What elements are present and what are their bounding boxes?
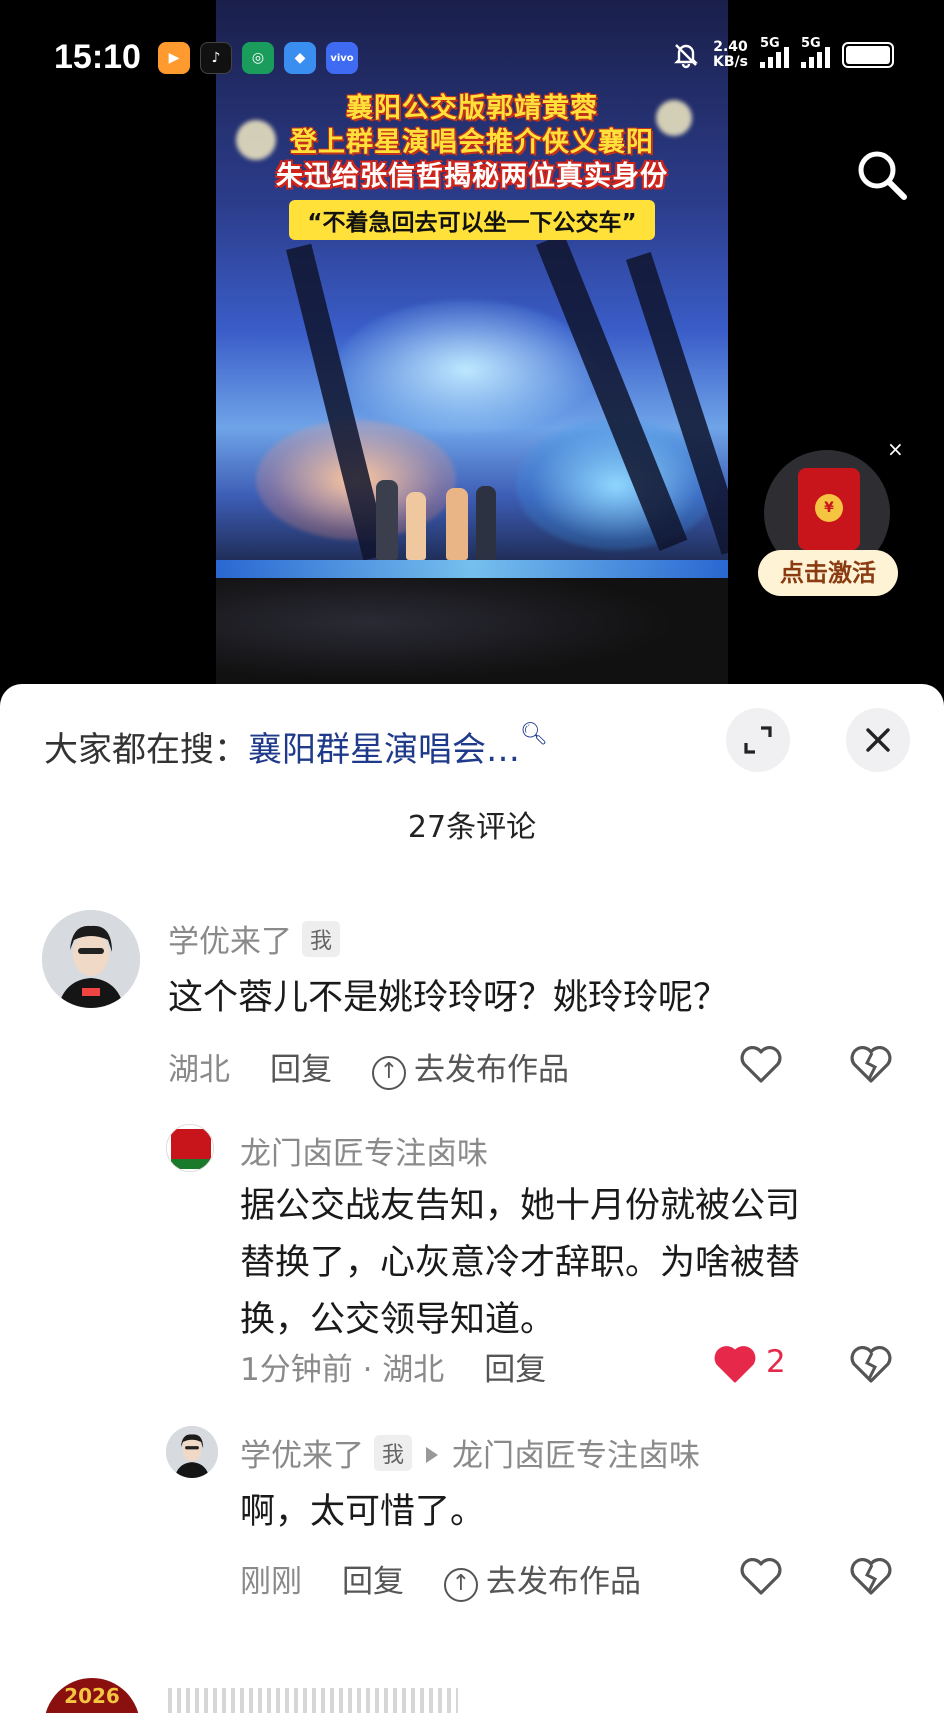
performer: [406, 492, 426, 560]
status-bar: 15:10 ▶ ♪ ◎ ◆ vivo 2.40 KB/s 5G 5G: [0, 30, 944, 90]
reply-text: 据公交战友告知，她十月份就被公司 替换了，心灰意冷才辞职。为啥被替 换，公交领导…: [240, 1178, 800, 1349]
comment-text: 这个蓉儿不是姚玲玲呀？姚玲玲呢？: [168, 978, 729, 1018]
reply-button[interactable]: 回复: [484, 1352, 546, 1388]
net-speed: 2.40 KB/s: [713, 40, 748, 70]
avatar[interactable]: 2026: [44, 1678, 140, 1713]
username-text: 学优来了: [240, 1438, 364, 1474]
search-icon[interactable]: [852, 145, 912, 205]
expand-icon: [744, 726, 772, 754]
reply-arrow-icon: [426, 1447, 439, 1463]
dislike-broken-heart-icon[interactable]: [848, 1041, 894, 1087]
upload-icon: ↑: [444, 1568, 478, 1602]
reply-meta: 刚刚 回复 ↑ 去发布作品: [240, 1556, 641, 1602]
like-heart-icon[interactable]: [738, 1041, 784, 1087]
expand-button[interactable]: [726, 708, 790, 772]
liked-heart-icon[interactable]: [712, 1341, 758, 1387]
bank-app-icon: ◎: [242, 42, 274, 74]
reply-button[interactable]: 回复: [270, 1052, 332, 1088]
reply-meta: 1分钟前 · 湖北 回复: [240, 1344, 546, 1389]
comments-sheet: 大家都在搜：襄阳群星演唱会…🔍︎ 27条评论 学优来了我 这个蓉儿不是姚玲玲呀？…: [0, 684, 944, 1713]
performer: [476, 486, 496, 560]
reply-username[interactable]: 龙门卤匠专注卤味: [240, 1128, 488, 1173]
avatar-portrait: [166, 1426, 218, 1478]
dislike-broken-heart-icon[interactable]: [848, 1553, 894, 1599]
avatar[interactable]: [166, 1124, 214, 1172]
reply-text-line: 据公交战友告知，她十月份就被公司: [240, 1186, 801, 1226]
network-type: 5G: [801, 36, 821, 51]
avatar-text: 2026: [64, 1684, 120, 1708]
reply-time: 刚刚: [240, 1564, 302, 1600]
performer: [376, 480, 398, 560]
avatar[interactable]: [166, 1426, 218, 1478]
close-button[interactable]: [846, 708, 910, 772]
publish-work-button[interactable]: ↑ 去发布作品: [372, 1052, 569, 1090]
cut-off-username: [168, 1688, 458, 1713]
close-icon: [866, 728, 890, 752]
headline-line: 朱迅给张信哲揭秘两位真实身份: [276, 161, 668, 192]
comments-count: 27条评论: [407, 810, 537, 845]
avatar-portrait: [42, 910, 140, 1008]
battery-icon: [842, 42, 894, 68]
me-tag: 我: [302, 921, 341, 957]
stage-floor: [216, 560, 728, 578]
vivo-app-icon: vivo: [326, 42, 358, 74]
video-app-icon: ▶: [158, 42, 190, 74]
dislike-broken-heart-icon[interactable]: [848, 1341, 894, 1387]
trending-search[interactable]: 大家都在搜：襄阳群星演唱会…🔍︎: [44, 722, 548, 771]
like-heart-icon[interactable]: [738, 1553, 784, 1599]
performer: [446, 488, 468, 560]
trending-search-prefix: 大家都在搜：: [44, 730, 248, 770]
reply-text: 啊，太可惜了。: [240, 1492, 486, 1532]
status-right: 2.40 KB/s 5G 5G: [671, 36, 894, 70]
cloud-app-icon: ◆: [284, 42, 316, 74]
trending-search-keyword[interactable]: 襄阳群星演唱会…: [248, 730, 520, 770]
reply-to-user[interactable]: 龙门卤匠专注卤味: [452, 1438, 700, 1474]
username-text: 学优来了: [168, 924, 292, 960]
activate-button[interactable]: 点击激活: [758, 550, 898, 596]
signal-icon: 5G: [760, 36, 789, 68]
comment-meta: 湖北 回复 ↑ 去发布作品: [168, 1044, 569, 1090]
search-small-icon: 🔍︎: [520, 722, 548, 747]
audience-crowd: [216, 578, 728, 690]
reply-username[interactable]: 学优来了我 龙门卤匠专注卤味: [240, 1430, 700, 1475]
reply-text-line: 替换了，心灰意冷才辞职。为啥被替: [240, 1243, 801, 1283]
net-speed-unit: KB/s: [713, 54, 748, 70]
net-speed-value: 2.40: [713, 39, 748, 55]
reply-time-location: 1分钟前 · 湖北: [240, 1352, 445, 1388]
upload-icon: ↑: [372, 1056, 406, 1090]
video-headline: 襄阳公交版郭靖黄蓉 登上群星演唱会推介侠义襄阳 朱迅给张信哲揭秘两位真实身份 “…: [216, 92, 728, 240]
mute-bell-icon: [674, 44, 698, 69]
network-type: 5G: [760, 36, 780, 51]
me-tag: 我: [374, 1435, 413, 1471]
video-player[interactable]: 襄阳公交版郭靖黄蓉 登上群星演唱会推介侠义襄阳 朱迅给张信哲揭秘两位真实身份 “…: [0, 0, 944, 700]
reply-button[interactable]: 回复: [342, 1564, 404, 1600]
like-count: 2: [766, 1344, 786, 1380]
coin-icon: ¥: [815, 494, 843, 522]
signal-icon: 5G: [801, 36, 830, 68]
avatar[interactable]: [42, 910, 140, 1008]
comment-username[interactable]: 学优来了我: [168, 916, 341, 961]
comment-location: 湖北: [168, 1052, 230, 1088]
publish-work-button[interactable]: ↑ 去发布作品: [444, 1564, 641, 1602]
headline-line: 登上群星演唱会推介侠义襄阳: [290, 127, 654, 158]
tiktok-icon: ♪: [200, 42, 232, 74]
stage-glow: [336, 300, 596, 440]
video-frame[interactable]: 襄阳公交版郭靖黄蓉 登上群星演唱会推介侠义襄阳 朱迅给张信哲揭秘两位真实身份 “…: [216, 0, 728, 690]
red-packet-promo[interactable]: ¥ 点击激活: [758, 450, 898, 600]
publish-label: 去发布作品: [486, 1564, 641, 1600]
clock: 15:10: [54, 38, 141, 76]
headline-quote: “不着急回去可以坐一下公交车”: [289, 200, 655, 240]
avatar-logo: [167, 1125, 213, 1171]
publish-label: 去发布作品: [414, 1052, 569, 1088]
headline-line: 襄阳公交版郭靖黄蓉: [346, 93, 598, 124]
